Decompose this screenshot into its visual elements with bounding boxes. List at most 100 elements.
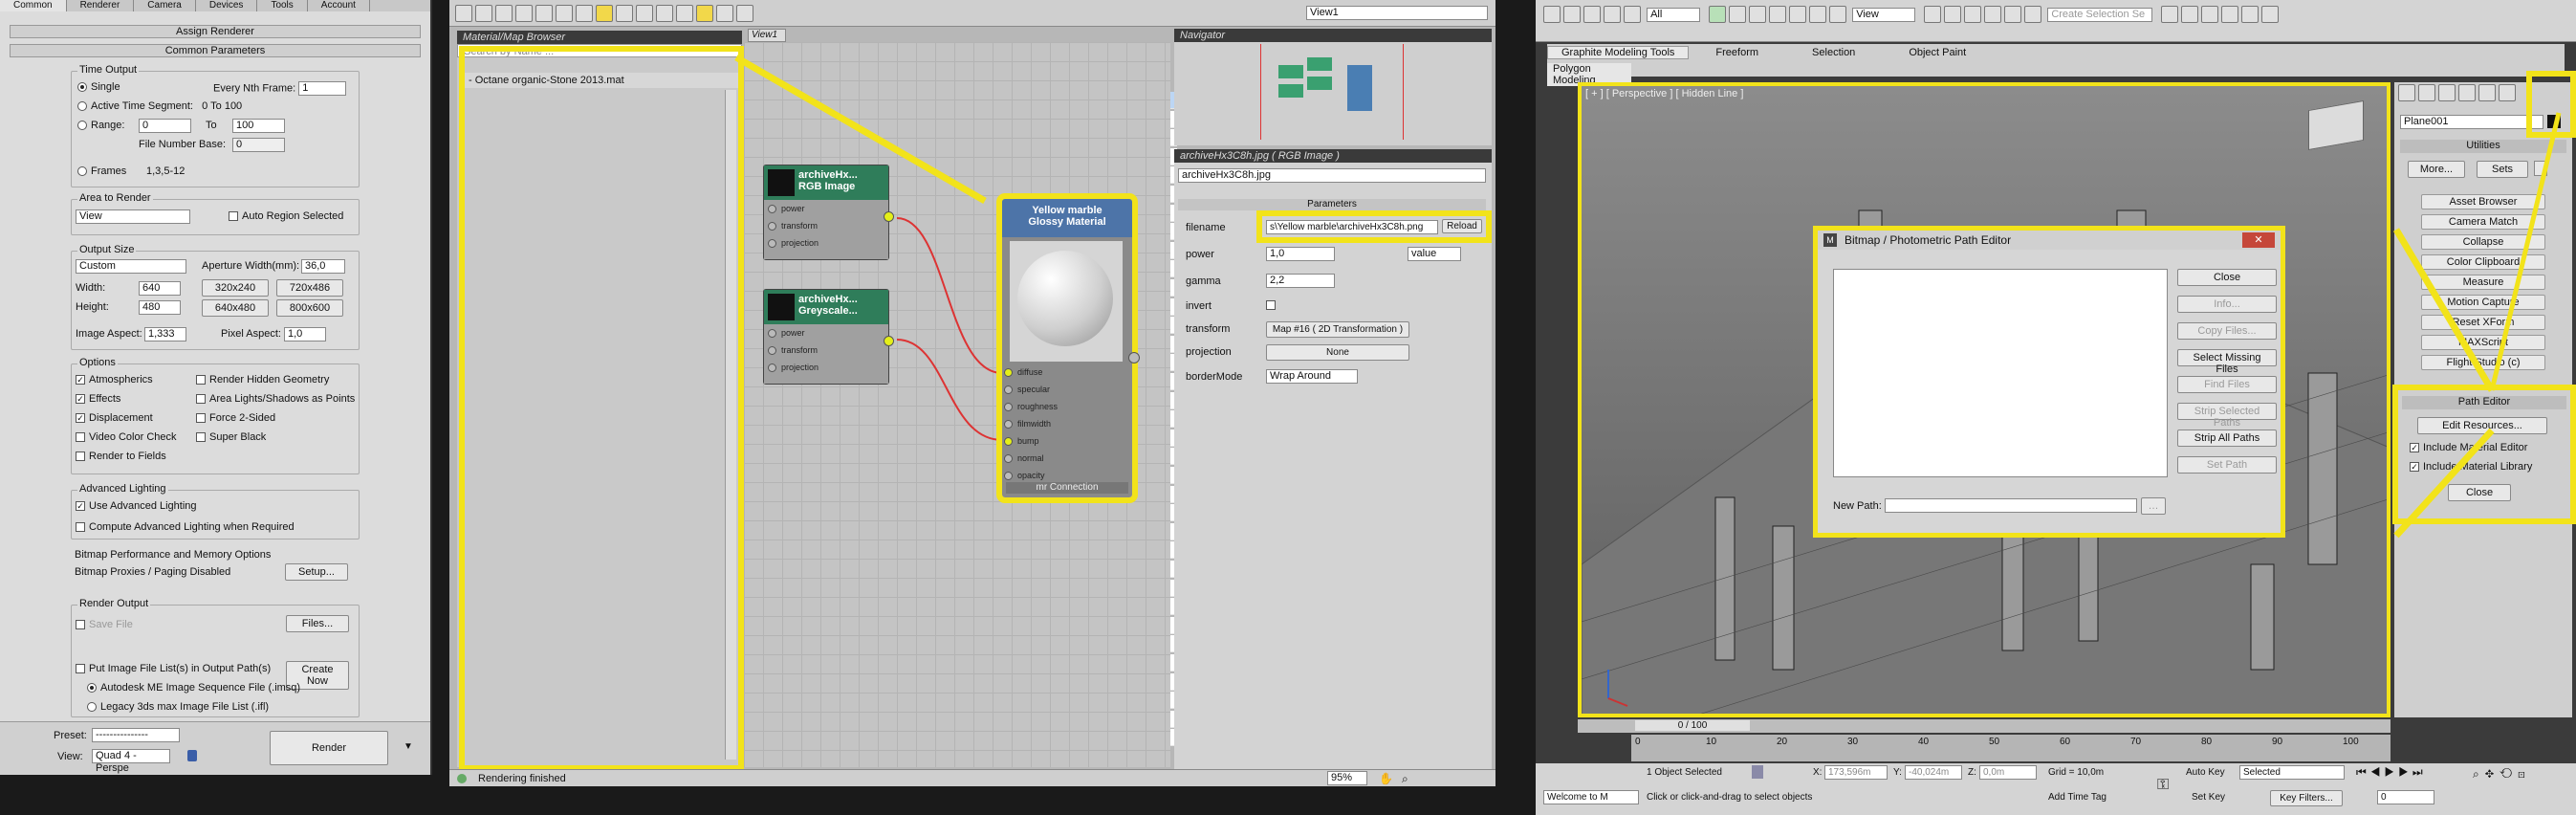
move-icon[interactable] xyxy=(1789,6,1807,23)
transform-map-button[interactable]: Map #16 ( 2D Transformation ) xyxy=(1266,321,1409,338)
manipulate-icon[interactable] xyxy=(1944,6,1962,23)
material-port-bump[interactable]: bump xyxy=(1004,436,1039,446)
reference-coord-dropdown[interactable]: View xyxy=(1852,7,1916,22)
area-lights-checkbox[interactable]: Area Lights/Shadows as Points xyxy=(196,393,355,405)
selection-lock-icon[interactable] xyxy=(1752,765,1763,779)
tab-devices[interactable]: Devices xyxy=(196,0,258,11)
single-radio[interactable]: Single xyxy=(77,81,120,93)
unlink-icon[interactable] xyxy=(1604,6,1621,23)
area-dropdown[interactable]: View xyxy=(76,209,190,224)
view-dropdown[interactable]: Quad 4 - Perspe xyxy=(92,749,170,774)
modify-tab-icon[interactable] xyxy=(2418,84,2435,101)
more-button[interactable]: More... xyxy=(2408,161,2465,178)
key-icon[interactable]: ⚿ xyxy=(2157,777,2169,794)
y-field[interactable]: -40,024m xyxy=(1905,765,1962,780)
displacement-checkbox[interactable]: ✓ Displacement xyxy=(76,412,153,424)
preset-640x480-button[interactable]: 640x480 xyxy=(202,299,269,317)
grey-port-transform[interactable]: transform xyxy=(768,345,818,355)
utility-button-camera-match[interactable]: Camera Match xyxy=(2421,214,2545,230)
dialog-button-find-files[interactable]: Find Files xyxy=(2177,376,2277,393)
utilities-tab-icon[interactable] xyxy=(2499,84,2516,101)
tab-tools[interactable]: Tools xyxy=(257,0,308,11)
tab-camera[interactable]: Camera xyxy=(134,0,196,11)
render-to-fields-checkbox[interactable]: Render to Fields xyxy=(76,451,166,462)
utility-button-collapse[interactable]: Collapse xyxy=(2421,234,2545,250)
rect-selection-icon[interactable] xyxy=(1749,6,1767,23)
angle-snap-icon[interactable] xyxy=(1984,6,2002,23)
window-crossing-icon[interactable] xyxy=(1769,6,1787,23)
path-list[interactable] xyxy=(1833,269,2168,477)
greyscale-node[interactable]: archiveHx... Greyscale... power transfor… xyxy=(763,289,894,385)
browse-path-button[interactable]: … xyxy=(2141,497,2166,515)
super-black-checkbox[interactable]: Super Black xyxy=(196,431,266,443)
map-name-field[interactable]: archiveHx3C8h.jpg xyxy=(1178,168,1486,183)
assign-renderer-rollout[interactable]: Assign Renderer xyxy=(10,25,421,38)
material-port-roughness[interactable]: roughness xyxy=(1004,402,1058,411)
undo-icon[interactable] xyxy=(1543,6,1561,23)
path-editor-close-button[interactable]: Close xyxy=(2448,484,2511,501)
invert-checkbox[interactable] xyxy=(1266,300,1276,310)
put-image-file-list-checkbox[interactable]: Put Image File List(s) in Output Path(s) xyxy=(76,663,271,674)
force-2-sided-checkbox[interactable]: Force 2-Sided xyxy=(196,412,275,424)
grey-port-projection[interactable]: projection xyxy=(768,363,819,372)
dialog-button-info[interactable]: Info... xyxy=(2177,296,2277,313)
pixel-aspect-field[interactable]: 1,0 xyxy=(284,327,326,341)
utility-button-color-clipboard[interactable]: Color Clipboard xyxy=(2421,254,2545,270)
tab-account[interactable]: Account xyxy=(308,0,370,11)
active-segment-radio[interactable]: Active Time Segment: 0 To 100 xyxy=(77,100,242,112)
nav-controls[interactable]: ⌕✥⟲⊡ xyxy=(2473,767,2531,782)
dialog-button-select-missing-files[interactable]: Select Missing Files xyxy=(2177,349,2277,375)
layer-icon[interactable] xyxy=(2201,6,2219,23)
grey-output-socket[interactable] xyxy=(884,336,894,346)
edit-resources-button[interactable]: Edit Resources... xyxy=(2417,417,2547,434)
aperture-field[interactable]: 36,0 xyxy=(301,259,345,274)
pan-icon[interactable]: ✋ xyxy=(1379,772,1393,785)
rotate-icon[interactable] xyxy=(1809,6,1827,23)
projection-button[interactable]: None xyxy=(1266,344,1409,361)
add-time-tag[interactable]: Add Time Tag xyxy=(2048,792,2107,803)
navigator-view[interactable] xyxy=(1260,44,1404,140)
rgb-port-transform[interactable]: transform xyxy=(768,221,818,231)
hierarchy-tab-icon[interactable] xyxy=(2438,84,2456,101)
rgb-port-projection[interactable]: projection xyxy=(768,238,819,248)
power-mode-dropdown[interactable]: value xyxy=(1408,247,1461,261)
common-parameters-rollout[interactable]: Common Parameters xyxy=(10,44,421,57)
files-button[interactable]: Files... xyxy=(286,615,349,632)
render-menu-arrow-icon[interactable]: ▼ xyxy=(404,741,413,752)
playback-controls[interactable]: ⏮◀▶▶⏭ xyxy=(2356,765,2427,780)
autodesk-me-radio[interactable]: Autodesk ME Image Sequence File (.imsq) xyxy=(87,682,300,694)
filename-field[interactable]: s\Yellow marble\archiveHx3C8h.png xyxy=(1266,220,1438,234)
motion-tab-icon[interactable] xyxy=(2458,84,2476,101)
output-size-dropdown[interactable]: Custom xyxy=(76,259,186,274)
schematic-icon[interactable] xyxy=(2241,6,2259,23)
frames-radio[interactable]: Frames xyxy=(77,165,126,177)
track-ruler[interactable]: 0 10 20 30 40 50 60 70 80 90 100 xyxy=(1631,735,2390,761)
key-mode-dropdown[interactable]: Selected xyxy=(2239,765,2345,780)
ribbon-tab-object-paint[interactable]: Object Paint xyxy=(1882,47,1993,58)
set-key-button[interactable]: Set Key xyxy=(2192,792,2225,803)
align-icon[interactable] xyxy=(2181,6,2199,23)
range-to-field[interactable]: 100 xyxy=(232,119,285,133)
range-from-field[interactable]: 0 xyxy=(139,119,191,133)
tab-renderer[interactable]: Renderer xyxy=(67,0,135,11)
select-by-name-icon[interactable] xyxy=(1729,6,1747,23)
object-name-field[interactable]: Plane001 xyxy=(2400,115,2543,129)
auto-region-checkbox[interactable]: Auto Region Selected xyxy=(229,210,343,222)
selection-filter-dropdown[interactable]: All xyxy=(1647,7,1701,22)
setup-button[interactable]: Setup... xyxy=(285,563,348,581)
x-field[interactable]: 173,596m xyxy=(1824,765,1888,780)
tab-common[interactable]: Common xyxy=(0,0,67,11)
utility-button-measure[interactable]: Measure xyxy=(2421,275,2545,290)
dialog-button-close[interactable]: Close xyxy=(2177,269,2277,286)
preset-320x240-button[interactable]: 320x240 xyxy=(202,279,269,297)
reload-button[interactable]: Reload xyxy=(1442,219,1482,233)
path-editor-rollout[interactable]: Path Editor xyxy=(2402,396,2566,409)
material-output-socket[interactable] xyxy=(1128,352,1140,363)
material-port-diffuse[interactable]: diffuse xyxy=(1004,367,1042,377)
range-radio[interactable]: Range: xyxy=(77,120,124,131)
utility-button-flight-studio-c[interactable]: Flight Studio (c) xyxy=(2421,355,2545,370)
frames-field[interactable]: 1,3,5-12 xyxy=(146,165,185,177)
effects-checkbox[interactable]: ✓ Effects xyxy=(76,393,120,405)
scale-icon[interactable] xyxy=(1829,6,1847,23)
include-material-library-checkbox[interactable]: ✓ Include Material Library xyxy=(2410,461,2532,473)
